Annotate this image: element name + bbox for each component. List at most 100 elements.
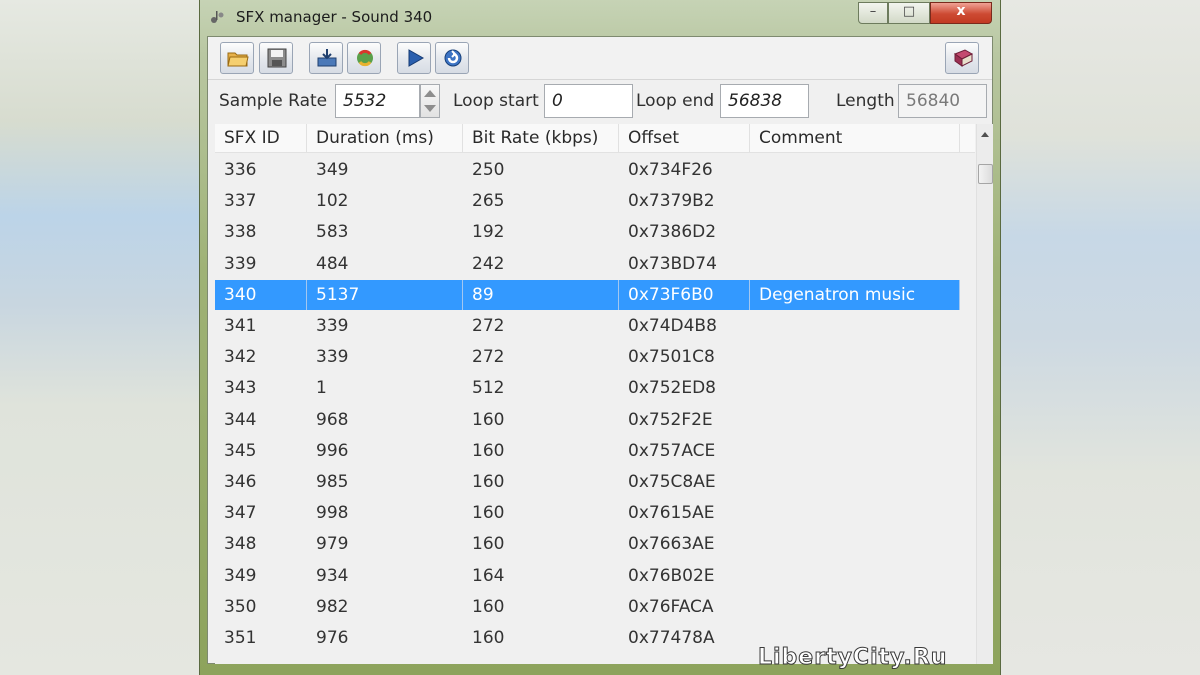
- import-button[interactable]: [309, 42, 343, 74]
- table-cell: 160: [472, 628, 505, 648]
- client-area: Sample Rate 5532 Loop start 0 Loop end 5…: [207, 36, 993, 664]
- table-cell: 484: [316, 254, 349, 274]
- table-cell: 976: [316, 628, 349, 648]
- spin-up-icon[interactable]: [424, 90, 436, 97]
- minimize-button[interactable]: –: [858, 2, 888, 24]
- table-row[interactable]: 342 339 272 0x7501C8: [215, 342, 960, 372]
- table-row[interactable]: 350 982 160 0x76FACA: [215, 592, 960, 622]
- column-header-duration[interactable]: Duration (ms): [307, 124, 463, 152]
- table-cell: 998: [316, 503, 349, 523]
- table-cell: 0x7663AE: [628, 534, 715, 554]
- table-row[interactable]: 337 102 265 0x7379B2: [215, 186, 960, 216]
- maximize-button[interactable]: □: [888, 2, 930, 24]
- export-button[interactable]: [347, 42, 381, 74]
- vertical-scrollbar[interactable]: [976, 124, 993, 664]
- table-cell: [750, 436, 960, 466]
- background-right: [1000, 0, 1200, 675]
- maximize-icon: □: [902, 4, 916, 19]
- table-row[interactable]: 348 979 160 0x7663AE: [215, 529, 960, 559]
- table-cell: 0x734F26: [628, 160, 713, 180]
- table-cell: 982: [316, 597, 349, 617]
- table-cell: 0x757ACE: [628, 441, 716, 461]
- table-cell: [750, 155, 960, 185]
- column-header-comment[interactable]: Comment: [750, 124, 960, 152]
- table-cell: 160: [472, 534, 505, 554]
- table-cell: 0x752ED8: [628, 378, 716, 398]
- table-cell: 968: [316, 410, 349, 430]
- sample-rate-spinner[interactable]: [420, 84, 440, 118]
- table-cell: 339: [224, 254, 257, 274]
- table-row[interactable]: 339 484 242 0x73BD74: [215, 249, 960, 279]
- table-cell: 0x7386D2: [628, 222, 717, 242]
- table-row[interactable]: 338 583 192 0x7386D2: [215, 217, 960, 247]
- export-icon: [357, 49, 373, 67]
- sfx-list[interactable]: SFX ID Duration (ms) Bit Rate (kbps) Off…: [215, 124, 993, 664]
- table-cell: 160: [472, 441, 505, 461]
- table-cell: 160: [472, 597, 505, 617]
- watermark-logo: LibertyCity.Ru: [757, 645, 948, 671]
- play-icon: [408, 49, 425, 67]
- table-cell: [750, 217, 960, 247]
- column-header-sfx-id[interactable]: SFX ID: [215, 124, 307, 152]
- column-header-offset[interactable]: Offset: [619, 124, 750, 152]
- close-button[interactable]: x: [930, 2, 992, 24]
- title-bar[interactable]: SFX manager - Sound 340 – □ x: [200, 0, 1000, 36]
- table-cell: [750, 311, 960, 341]
- table-cell: 350: [224, 597, 257, 617]
- table-cell: 351: [224, 628, 257, 648]
- table-cell: Degenatron music: [750, 280, 960, 310]
- scroll-thumb[interactable]: [978, 164, 993, 184]
- scroll-up-icon[interactable]: [981, 132, 989, 137]
- sample-rate-label: Sample Rate: [219, 91, 328, 111]
- save-button[interactable]: [259, 42, 293, 74]
- table-cell: 512: [472, 378, 505, 398]
- toolbar: [208, 37, 992, 80]
- column-header-bit-rate[interactable]: Bit Rate (kbps): [463, 124, 619, 152]
- open-button[interactable]: [220, 42, 254, 74]
- table-cell: 337: [224, 191, 257, 211]
- loop-end-field[interactable]: 56838: [720, 84, 809, 118]
- table-cell: 336: [224, 160, 257, 180]
- sfx-manager-window: SFX manager - Sound 340 – □ x Sample Rat…: [199, 0, 1001, 675]
- table-row[interactable]: 340 5137 89 0x73F6B0 Degenatron music: [215, 280, 960, 310]
- table-row[interactable]: 344 968 160 0x752F2E: [215, 405, 960, 435]
- import-icon: [317, 49, 337, 67]
- play-button[interactable]: [397, 42, 431, 74]
- table-cell: [750, 249, 960, 279]
- table-row[interactable]: 347 998 160 0x7615AE: [215, 498, 960, 528]
- table-cell: 583: [316, 222, 349, 242]
- sample-rate-field[interactable]: 5532: [335, 84, 420, 118]
- table-cell: 102: [316, 191, 349, 211]
- table-cell: 979: [316, 534, 349, 554]
- loop-start-field[interactable]: 0: [544, 84, 633, 118]
- table-row[interactable]: 346 985 160 0x75C8AE: [215, 467, 960, 497]
- table-cell: 349: [224, 566, 257, 586]
- table-cell: 339: [316, 316, 349, 336]
- table-cell: [750, 467, 960, 497]
- table-cell: 272: [472, 316, 505, 336]
- table-cell: 349: [316, 160, 349, 180]
- table-cell: 996: [316, 441, 349, 461]
- table-cell: 0x7501C8: [628, 347, 715, 367]
- help-book-icon: [953, 49, 974, 67]
- table-row[interactable]: 343 1 512 0x752ED8: [215, 373, 960, 403]
- table-cell: 250: [472, 160, 505, 180]
- table-cell: 344: [224, 410, 257, 430]
- table-row[interactable]: 336 349 250 0x734F26: [215, 155, 960, 185]
- table-cell: 985: [316, 472, 349, 492]
- table-row[interactable]: 349 934 164 0x76B02E: [215, 561, 960, 591]
- table-cell: 0x73BD74: [628, 254, 717, 274]
- table-cell: 0x75C8AE: [628, 472, 716, 492]
- table-row[interactable]: 345 996 160 0x757ACE: [215, 436, 960, 466]
- list-header: SFX ID Duration (ms) Bit Rate (kbps) Off…: [215, 124, 975, 153]
- table-cell: [750, 529, 960, 559]
- refresh-button[interactable]: [435, 42, 469, 74]
- table-row[interactable]: 341 339 272 0x74D4B8: [215, 311, 960, 341]
- sound-parameters: Sample Rate 5532 Loop start 0 Loop end 5…: [208, 80, 992, 122]
- table-cell: 345: [224, 441, 257, 461]
- table-cell: 0x74D4B8: [628, 316, 717, 336]
- loop-end-label: Loop end: [636, 91, 715, 111]
- spin-down-icon[interactable]: [424, 105, 436, 112]
- table-cell: [750, 561, 960, 591]
- help-button[interactable]: [945, 42, 979, 74]
